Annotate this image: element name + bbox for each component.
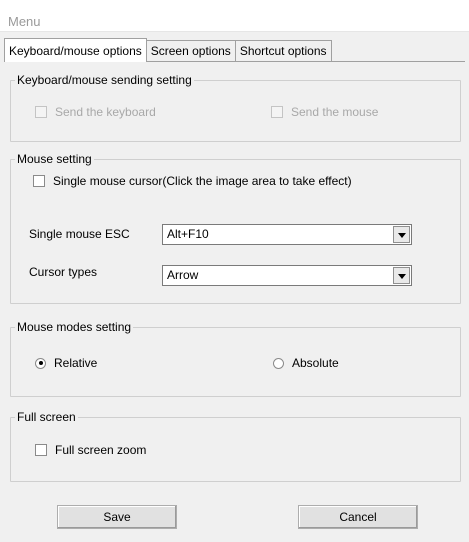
absolute-radio-dot[interactable] (273, 357, 284, 369)
send-keyboard-label: Send the keyboard (55, 105, 156, 119)
window-title: Menu (8, 14, 41, 29)
relative-radio-dot[interactable] (35, 357, 46, 369)
single-mouse-esc-value: Alt+F10 (167, 227, 209, 241)
tab-keyboard-mouse-options[interactable]: Keyboard/mouse options (4, 38, 147, 62)
send-mouse-label: Send the mouse (291, 105, 379, 119)
single-mouse-cursor-checkbox[interactable]: Single mouse cursor(Click the image area… (33, 174, 352, 188)
send-keyboard-box[interactable] (35, 106, 47, 118)
tab-screen-options[interactable]: Screen options (145, 40, 236, 62)
cursor-types-dropdown[interactable]: Arrow (162, 265, 412, 286)
single-mouse-esc-dropdown[interactable]: Alt+F10 (162, 224, 412, 245)
cursor-types-label: Cursor types (29, 265, 98, 279)
save-button[interactable]: Save (57, 505, 177, 529)
full-screen-zoom-checkbox[interactable]: Full screen zoom (35, 443, 146, 457)
full-screen-zoom-label: Full screen zoom (55, 443, 147, 457)
absolute-label: Absolute (292, 356, 339, 370)
cancel-button[interactable]: Cancel (298, 505, 418, 529)
send-keyboard-checkbox[interactable]: Send the keyboard (35, 105, 156, 119)
relative-radio[interactable]: Relative (35, 356, 97, 370)
tab-strip: Keyboard/mouse options Screen options Sh… (4, 38, 332, 62)
single-mouse-cursor-box[interactable] (33, 175, 45, 187)
full-screen-group: Full screen Full screen zoom (10, 410, 461, 482)
sending-setting-legend: Keyboard/mouse sending setting (15, 73, 194, 87)
chevron-down-icon[interactable] (393, 267, 410, 284)
mouse-setting-legend: Mouse setting (15, 152, 94, 166)
tab-panel: Keyboard/mouse sending setting Send the … (4, 61, 465, 482)
absolute-radio[interactable]: Absolute (273, 356, 339, 370)
mouse-modes-group: Mouse modes setting Relative Absolute (10, 320, 461, 397)
single-mouse-cursor-label: Single mouse cursor(Click the image area… (53, 174, 352, 188)
chevron-down-icon[interactable] (393, 226, 410, 243)
tab-shortcut-options[interactable]: Shortcut options (234, 40, 332, 62)
sending-setting-group: Keyboard/mouse sending setting Send the … (10, 73, 461, 142)
cursor-types-value: Arrow (167, 268, 199, 282)
send-mouse-box[interactable] (271, 106, 283, 118)
full-screen-zoom-box[interactable] (35, 444, 47, 456)
mouse-setting-group: Mouse setting Single mouse cursor(Click … (10, 152, 461, 304)
full-screen-legend: Full screen (15, 410, 78, 424)
title-bar: Menu (0, 0, 469, 32)
send-mouse-checkbox[interactable]: Send the mouse (271, 105, 378, 119)
single-mouse-esc-label: Single mouse ESC (29, 227, 130, 241)
mouse-modes-legend: Mouse modes setting (15, 320, 134, 334)
relative-label: Relative (54, 356, 98, 370)
